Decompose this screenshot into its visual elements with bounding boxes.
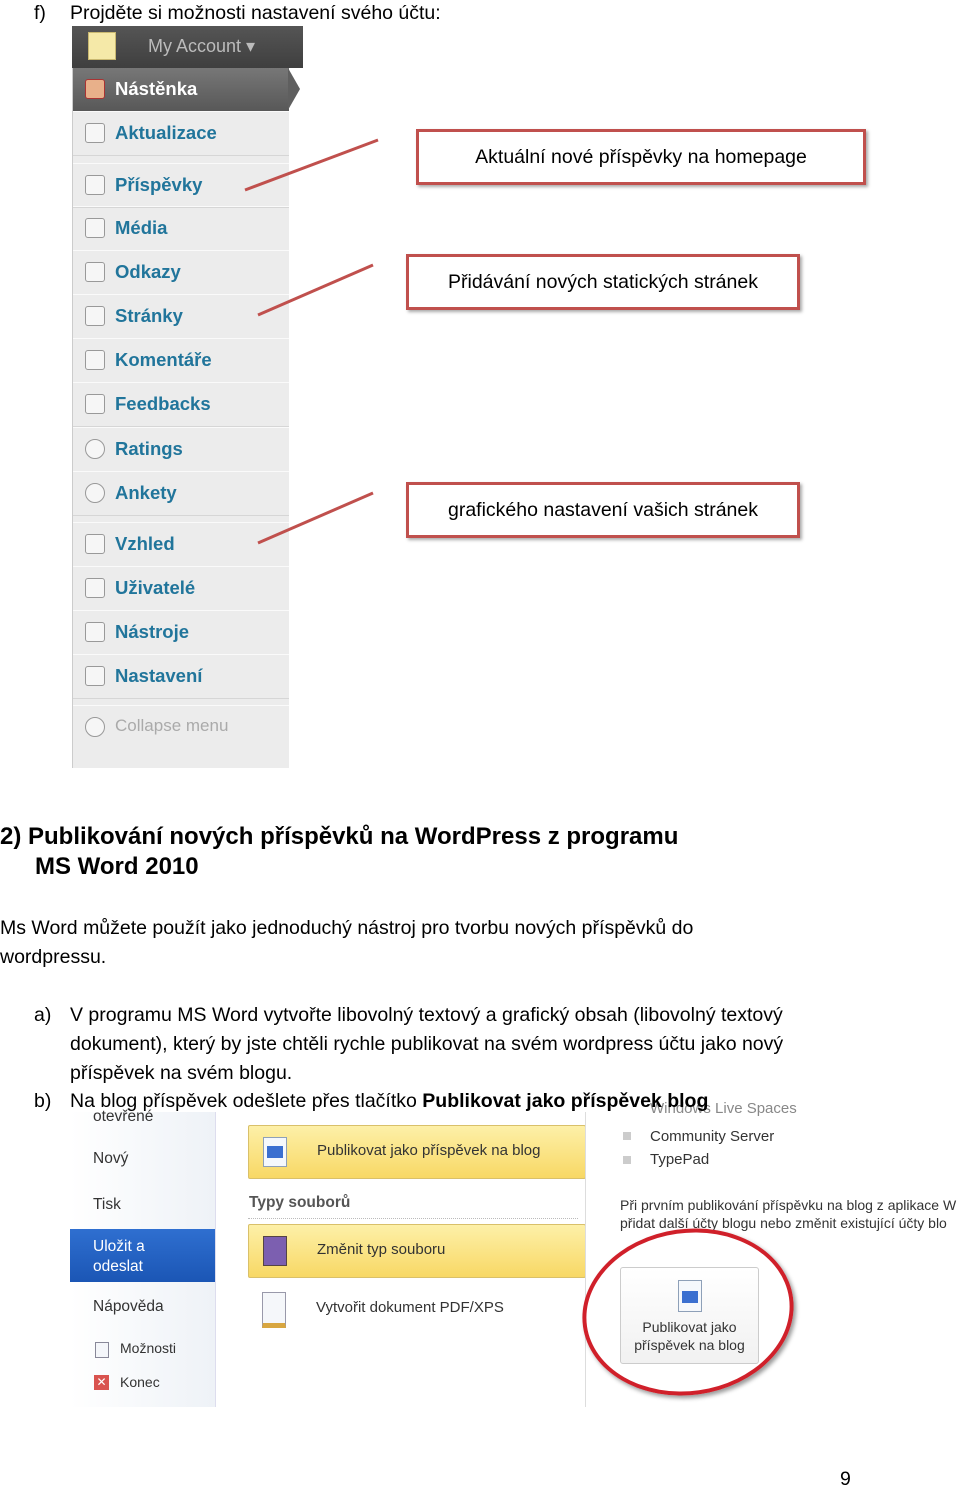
collapse-arrow-icon (85, 717, 105, 737)
list-a-line: dokument), který by jste chtěli rychle p… (70, 1033, 784, 1055)
collapse-label: Collapse menu (115, 716, 229, 735)
info-text: přidat další účty blogu nebo změnit exis… (620, 1215, 947, 1231)
sidebar-item-label: Nastavení (115, 665, 203, 686)
section-label: Typy souborů (249, 1194, 351, 1211)
bullet-icon (623, 1156, 631, 1164)
pdf-document-icon (262, 1292, 286, 1328)
divider (585, 1112, 586, 1407)
callout-line (244, 138, 379, 192)
option-label: Změnit typ souboru (317, 1241, 446, 1258)
nav-item-help[interactable]: Nápověda (93, 1298, 164, 1316)
info-text: Při prvním publikování příspěvku na blog… (620, 1197, 957, 1213)
highlight-circle (571, 1215, 805, 1409)
intro-line: wordpressu. (0, 946, 107, 968)
nav-item-exit[interactable]: Konec (120, 1374, 160, 1390)
list-a-line: V programu MS Word vytvořte libovolný te… (70, 1004, 783, 1026)
publish-blog-option[interactable]: Publikovat jako příspěvek na blog (248, 1125, 586, 1179)
save-as-icon (263, 1236, 287, 1266)
bullet-icon (623, 1132, 631, 1140)
list-marker: b) (34, 1090, 52, 1112)
create-pdf-option[interactable]: Vytvořit dokument PDF/XPS (316, 1299, 504, 1316)
service-item: TypePad (650, 1151, 710, 1168)
list-a-line: příspěvek na svém blogu. (70, 1062, 293, 1084)
tools-icon (85, 622, 105, 642)
document-page: f) Projděte si možnosti nastavení svého … (0, 0, 960, 1490)
sidebar-item-label: Nástroje (115, 621, 190, 642)
collapse-menu[interactable]: Collapse menu (73, 705, 289, 749)
callout-line (257, 491, 374, 545)
divider (248, 1218, 578, 1219)
service-item: Community Server (650, 1128, 775, 1145)
callout-line (257, 263, 374, 317)
intro-line: Ms Word můžete použít jako jednoduchý ná… (0, 917, 694, 939)
list-b-text: Na blog příspěvek odešlete přes tlačítko (70, 1090, 423, 1112)
list-marker: a) (34, 1004, 52, 1026)
page-number: 9 (840, 1468, 851, 1490)
change-file-type-option[interactable]: Změnit typ souboru (248, 1224, 586, 1278)
settings-icon (85, 666, 105, 686)
list-b-line: Na blog příspěvek odešlete přes tlačítko… (70, 1090, 708, 1113)
nav-item-print[interactable]: Tisk (93, 1196, 121, 1214)
sidebar-item-14[interactable]: Nastavení (73, 654, 289, 699)
nav-item-save-send[interactable]: Uložit a odeslat (70, 1229, 215, 1282)
section-heading: 2) Publikování nových příspěvků na WordP… (0, 822, 678, 882)
heading-line: MS Word 2010 (35, 853, 199, 880)
word-backstage-screenshot: otevřené Nový Tisk Uložit a odeslat Nápo… (70, 1100, 960, 1409)
option-label: Publikovat jako příspěvek na blog (317, 1142, 541, 1159)
options-icon (95, 1342, 109, 1358)
nav-item-options[interactable]: Možnosti (120, 1340, 176, 1356)
heading-line: 2) Publikování nových příspěvků na WordP… (0, 823, 679, 850)
blog-document-icon (263, 1137, 287, 1167)
sidebar-item-13[interactable]: Nástroje (73, 610, 289, 655)
exit-icon: ✕ (94, 1375, 109, 1390)
callout-lines (244, 138, 379, 545)
nav-label: Uložit a odeslat (93, 1238, 145, 1275)
backstage-nav: otevřené Nový Tisk Uložit a odeslat Nápo… (70, 1108, 216, 1407)
nav-item-new[interactable]: Nový (93, 1150, 128, 1168)
list-b-bold: Publikovat jako příspěvek blog (422, 1090, 709, 1112)
